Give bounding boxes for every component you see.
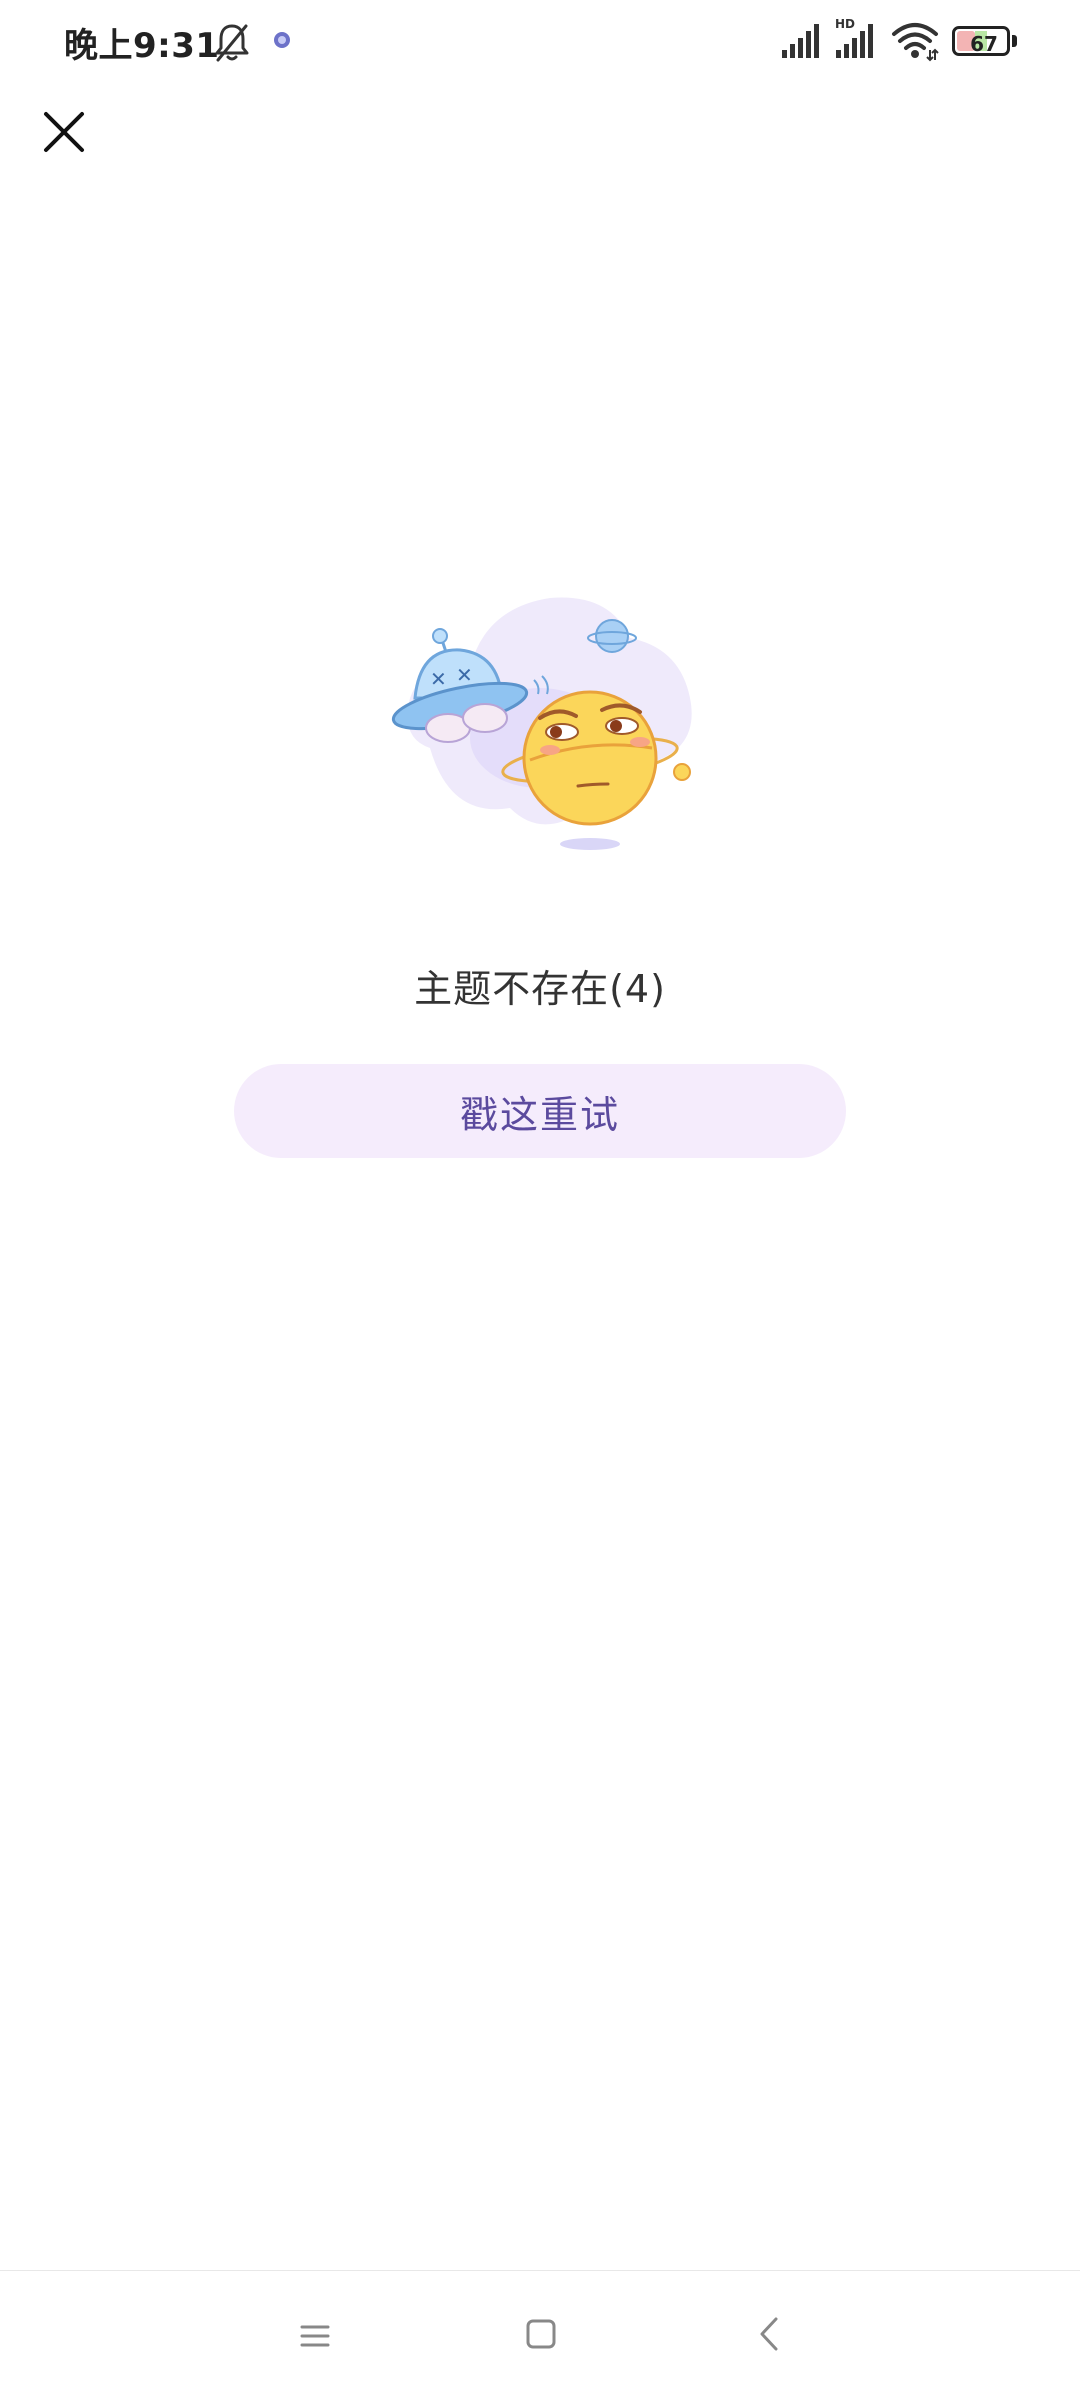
status-bar: 晚上9:31 HD 67: [0, 0, 1080, 84]
svg-text:✕: ✕: [430, 667, 447, 691]
menu-icon[interactable]: [298, 2319, 332, 2353]
close-icon: [44, 112, 84, 152]
back-icon[interactable]: [752, 2315, 786, 2353]
svg-text:HD: HD: [835, 17, 855, 31]
svg-text:✕: ✕: [456, 663, 473, 687]
home-icon[interactable]: [524, 2317, 558, 2351]
signal-icon: [782, 24, 819, 58]
status-time: 晚上9:31: [64, 26, 220, 66]
error-message: 主题不存在(4): [414, 967, 666, 1011]
app-notification-icon: [274, 32, 290, 48]
ufo-and-planet-illustration: ✕ ✕: [391, 597, 692, 850]
bell-off-icon: [215, 24, 249, 62]
screen: 晚上9:31 HD 67 ✕ ✕ 主题不存在(4) 戳这重试: [0, 0, 1080, 2400]
close-button[interactable]: [28, 96, 100, 168]
battery-level: 67: [970, 32, 998, 56]
navigation-bar: [0, 2271, 1080, 2400]
wifi-icon: [892, 23, 939, 62]
hd-signal-icon: HD: [835, 17, 873, 58]
retry-button[interactable]: 戳这重试: [234, 1064, 846, 1158]
battery-icon: 67: [952, 26, 1018, 58]
